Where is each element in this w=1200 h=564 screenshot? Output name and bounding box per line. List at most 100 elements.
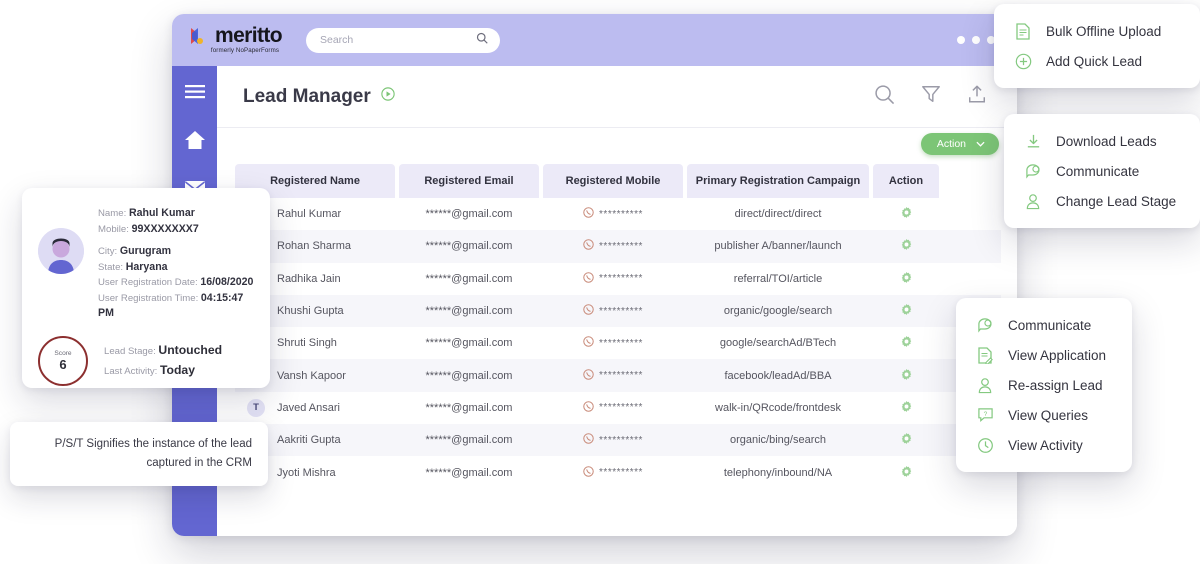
menu-item-view-queries[interactable]: ? View Queries [976, 400, 1112, 430]
gear-icon[interactable] [900, 368, 913, 384]
cell-registered-email: ******@gmail.com [399, 327, 539, 359]
menu-item-view-application[interactable]: View Application [976, 340, 1112, 370]
menu-item-label: Re-assign Lead [1008, 378, 1103, 393]
table-row[interactable]: PRahul Kumar******@gmail.com**********di… [235, 198, 1001, 230]
search-input[interactable] [318, 33, 452, 47]
gear-icon[interactable] [900, 271, 913, 287]
last-activity: Last Activity: Today [104, 361, 222, 381]
cell-registered-email: ******@gmail.com [399, 392, 539, 424]
menu-item-change-lead-stage[interactable]: Change Lead Stage [1024, 186, 1180, 216]
clock-icon [976, 436, 994, 454]
cell-action[interactable] [873, 359, 939, 391]
gear-icon[interactable] [900, 238, 913, 254]
top-right-menu: Bulk Offline Upload Add Quick Lead [994, 4, 1200, 88]
svg-text:?: ? [983, 411, 987, 418]
field-value: Untouched [158, 343, 222, 357]
table-row[interactable]: SAakriti Gupta******@gmail.com**********… [235, 424, 1001, 456]
main-content: Lead Manager [217, 66, 1017, 536]
upload-icon[interactable] [967, 84, 987, 110]
gear-icon[interactable] [900, 400, 913, 416]
leads-table: Registered Name Registered Email Registe… [235, 164, 1001, 489]
table-row[interactable]: SVansh Kapoor******@gmail.com**********f… [235, 359, 1001, 391]
whatsapp-icon [583, 369, 594, 383]
lead-field-state: State: Haryana [98, 260, 254, 276]
search-icon[interactable] [874, 84, 895, 110]
table-row[interactable]: SRadhika Jain******@gmail.com**********r… [235, 263, 1001, 295]
action-button[interactable]: Action [921, 133, 999, 155]
play-circle-icon[interactable] [381, 87, 395, 106]
menu-item-add-quick-lead[interactable]: Add Quick Lead [1014, 46, 1180, 76]
gear-icon[interactable] [900, 206, 913, 222]
app-window: meritto formerly NoPaperForms [172, 14, 1017, 536]
menu-item-label: Bulk Offline Upload [1046, 24, 1161, 39]
hamburger-icon[interactable] [184, 82, 206, 102]
field-label: Mobile: [98, 224, 129, 235]
lead-name: Radhika Jain [277, 273, 341, 285]
screenshot-root: meritto formerly NoPaperForms [0, 0, 1200, 564]
cell-action[interactable] [873, 263, 939, 295]
lead-field-mobile: Mobile: 99XXXXXXX7 [98, 222, 254, 238]
menu-item-label: Change Lead Stage [1056, 194, 1176, 209]
chevron-down-icon [976, 138, 985, 150]
field-label: Name: [98, 208, 126, 219]
cell-action[interactable] [873, 424, 939, 456]
search-box[interactable] [306, 28, 500, 53]
table-row[interactable]: TJaved Ansari******@gmail.com**********w… [235, 392, 1001, 424]
whatsapp-icon [583, 207, 594, 221]
menu-item-label: View Activity [1008, 438, 1083, 453]
home-icon[interactable] [184, 130, 206, 150]
cell-registered-mobile: ********** [543, 198, 683, 230]
table-row[interactable]: PKhushi Gupta******@gmail.com**********o… [235, 295, 1001, 327]
user-icon [1024, 192, 1042, 210]
masked-mobile: ********** [599, 435, 643, 446]
menu-item-download-leads[interactable]: Download Leads [1024, 126, 1180, 156]
cell-registered-mobile: ********** [543, 327, 683, 359]
column-header-registered-email[interactable]: Registered Email [399, 164, 539, 198]
field-label: User Registration Date: [98, 277, 198, 288]
cell-action[interactable] [873, 198, 939, 230]
cell-registered-mobile: ********** [543, 424, 683, 456]
cell-action[interactable] [873, 230, 939, 262]
filter-icon[interactable] [921, 84, 941, 109]
plus-circle-icon [1014, 52, 1032, 70]
masked-mobile: ********** [599, 241, 643, 252]
menu-item-label: View Queries [1008, 408, 1088, 423]
query-bubble-icon: ? [976, 406, 994, 424]
field-value: Rahul Kumar [129, 207, 195, 219]
field-value: Gurugram [120, 245, 171, 257]
table-row[interactable]: PShruti Singh******@gmail.com**********g… [235, 327, 1001, 359]
action-bar: Action [217, 128, 1017, 160]
field-label: User Registration Time: [98, 293, 198, 304]
gear-icon[interactable] [900, 335, 913, 351]
table-row[interactable]: PJyoti Mishra******@gmail.com**********t… [235, 456, 1001, 488]
column-header-registered-mobile[interactable]: Registered Mobile [543, 164, 683, 198]
cell-action[interactable] [873, 456, 939, 488]
brand-logo[interactable]: meritto formerly NoPaperForms [190, 26, 282, 54]
menu-item-communicate[interactable]: Communicate [1024, 156, 1180, 186]
lead-name: Javed Ansari [277, 402, 340, 414]
cell-action[interactable] [873, 392, 939, 424]
cell-registered-email: ******@gmail.com [399, 230, 539, 262]
table-header-row: Registered Name Registered Email Registe… [235, 164, 1001, 198]
download-icon [1024, 132, 1042, 150]
menu-item-re-assign-lead[interactable]: Re-assign Lead [976, 370, 1112, 400]
column-header-action[interactable]: Action [873, 164, 939, 198]
menu-item-label: View Application [1008, 348, 1106, 363]
whatsapp-icon [583, 304, 594, 318]
menu-item-view-activity[interactable]: View Activity [976, 430, 1112, 460]
lead-stage: Lead Stage: Untouched [104, 341, 222, 361]
gear-icon[interactable] [900, 303, 913, 319]
brand-tagline: formerly NoPaperForms [211, 47, 279, 54]
cell-action[interactable] [873, 295, 939, 327]
gear-icon[interactable] [900, 465, 913, 481]
window-dot [972, 36, 980, 44]
masked-mobile: ********** [599, 467, 643, 478]
column-header-campaign[interactable]: Primary Registration Campaign [687, 164, 869, 198]
lead-name: Vansh Kapoor [277, 370, 346, 382]
table-row[interactable]: TRohan Sharma******@gmail.com**********p… [235, 230, 1001, 262]
gear-icon[interactable] [900, 432, 913, 448]
cell-campaign: organic/google/search [687, 295, 869, 327]
menu-item-communicate[interactable]: Communicate [976, 310, 1112, 340]
menu-item-bulk-offline-upload[interactable]: Bulk Offline Upload [1014, 16, 1180, 46]
cell-action[interactable] [873, 327, 939, 359]
